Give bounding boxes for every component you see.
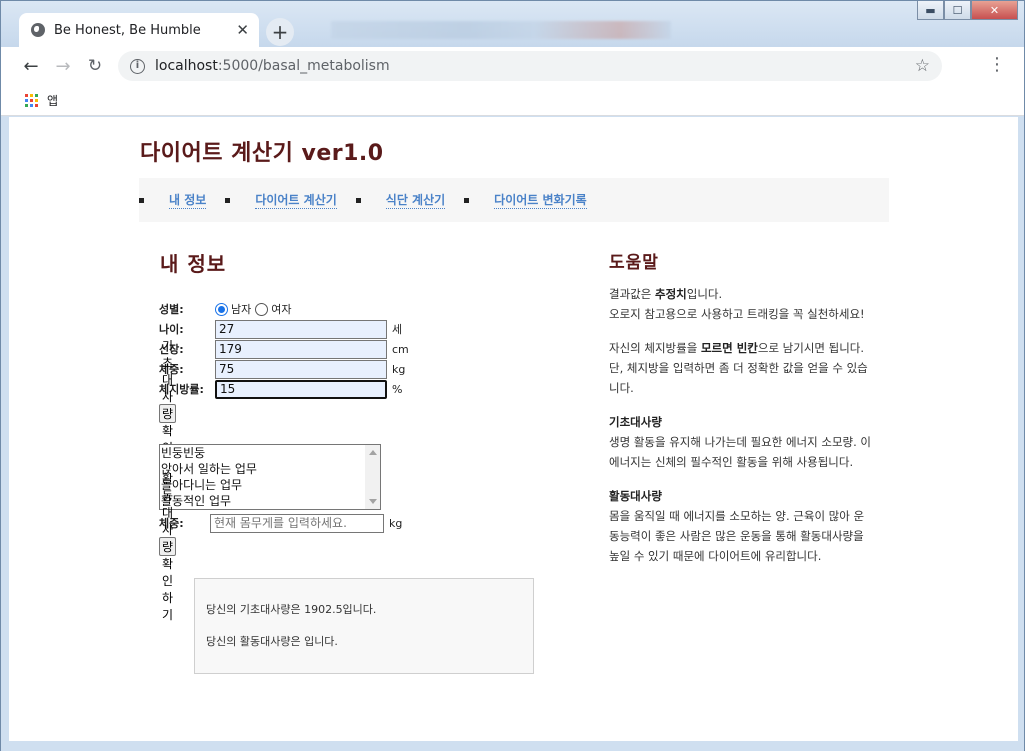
gender-male-radio[interactable] [215,302,228,316]
result-box: 당신의 기초대사량은 1902.5입니다. 당신의 활동대사량은 입니다. [194,578,534,674]
apps-grid-icon[interactable] [25,93,38,107]
help-para-bmr: 기초대사량 생명 활동을 유지해 나가는데 필요한 에너지 소모량. 이 에너지… [609,412,871,472]
help-para-estimate: 결과값은 추정치입니다. 오로지 참고용으로 사용하고 트래킹을 꼭 실천하세요… [609,287,865,321]
background-window-strip [331,21,671,39]
info-icon[interactable]: i [130,58,145,74]
back-arrow-icon[interactable]: ← [15,50,47,82]
help-bold-blank: 모르면 빈칸 [700,341,758,355]
age-label: 나이: [159,323,184,336]
window-bottom-border [1,741,1024,751]
browser-window: Be Honest, Be Humble ✕ + ▬ ☐ ✕ ← → ↻ i l… [0,0,1025,751]
weight2-unit: kg [389,516,403,530]
weight2-row: 체중: kg [159,513,402,533]
age-unit: 세 [392,323,403,336]
help-panel: 결과값은 추정치입니다. 오로지 참고용으로 사용하고 트래킹을 꼭 실천하세요… [609,284,871,580]
help-amr-heading: 활동대사량 [609,489,662,503]
title-bar: Be Honest, Be Humble ✕ + ▬ ☐ ✕ [1,1,1024,47]
age-input[interactable] [215,319,387,339]
browser-tab[interactable]: Be Honest, Be Humble ✕ [19,13,259,47]
nav-meal-calculator[interactable]: 식단 계산기 [356,191,446,209]
close-window-button[interactable]: ✕ [971,1,1018,20]
bodyfat-unit: % [392,382,403,396]
help-para-amr: 활동대사량 몸을 움직일 때 에너지를 소모하는 양. 근육이 많아 운동능력이… [609,486,871,566]
current-weight-input[interactable] [210,513,384,533]
url-host: localhost [155,58,218,74]
help-bold-estimate: 추정치 [654,287,687,301]
weight-row: 체중: kg [159,359,405,379]
gender-row: 성별: 남자 여자 [159,299,296,319]
weight-unit: kg [392,362,406,376]
address-bar[interactable]: i localhost:5000/basal_metabolism ☆ [118,51,942,81]
help-para-bodyfat: 자신의 체지방률을 모르면 빈칸으로 남기시면 됩니다. 단, 체지방을 입력하… [609,341,868,395]
gender-label: 성별: [159,303,184,316]
activity-check-button[interactable]: 활동대사량 확인하기 [159,472,177,622]
menu-icon[interactable]: ⋮ [988,55,1006,75]
bodyfat-input[interactable] [215,379,387,399]
listbox-scrollbar[interactable] [365,445,380,509]
height-input[interactable] [215,339,387,359]
weight-input[interactable] [215,359,387,379]
bodyfat-row: 체지방률: % [159,379,402,399]
scroll-down-icon[interactable] [369,499,377,504]
browser-toolbar: ← → ↻ i localhost:5000/basal_metabolism … [1,47,1024,85]
apps-bookmark[interactable]: 앱 [47,92,58,109]
help-bmr-desc: 생명 활동을 유지해 나가는데 필요한 에너지 소모량. 이 에너지는 신체의 … [609,435,872,469]
reload-icon[interactable]: ↻ [79,50,111,82]
activity-option[interactable]: 앉아서 일하는 업무 [160,461,380,477]
activity-listbox[interactable]: 빈둥빈둥 앉아서 일하는 업무 돌아다니는 업무 활동적인 업무 [159,444,381,510]
gender-female-radio[interactable] [255,302,269,316]
site-nav: 내 정보 다이어트 계산기 식단 계산기 다이어트 변화기록 [139,178,889,222]
activity-option[interactable]: 빈둥빈둥 [160,445,380,461]
url-text[interactable]: localhost:5000/basal_metabolism [155,58,915,74]
new-tab-button[interactable]: + [266,18,294,46]
site-title: 다이어트 계산기 ver1.0 [140,141,384,166]
height-unit: cm [392,342,409,356]
minimize-button[interactable]: ▬ [917,1,944,20]
web-page: 다이어트 계산기 ver1.0 내 정보 다이어트 계산기 식단 계산기 다이어… [9,117,1018,741]
tab-title: Be Honest, Be Humble [54,22,201,38]
nav-diet-history[interactable]: 다이어트 변화기록 [464,191,587,209]
activity-option[interactable]: 활동적인 업무 [160,493,380,509]
globe-icon [31,23,45,37]
height-row: 신장: cm [159,339,409,359]
activity-option[interactable]: 돌아다니는 업무 [160,477,380,493]
bmr-result-text: 당신의 기초대사량은 1902.5입니다. [206,603,377,616]
scroll-up-icon[interactable] [369,450,377,455]
maximize-button[interactable]: ☐ [944,1,971,20]
gender-female-label[interactable]: 여자 [271,301,291,317]
help-bmr-heading: 기초대사량 [609,415,662,429]
age-row: 나이: 세 [159,319,402,339]
help-amr-desc: 몸을 움직일 때 에너지를 소모하는 양. 근육이 많아 운동능력이 좋은 사람… [609,509,865,563]
url-path: :5000/basal_metabolism [217,58,390,74]
help-title: 도움말 [609,253,659,273]
nav-my-info[interactable]: 내 정보 [139,191,207,209]
nav-diet-calculator[interactable]: 다이어트 계산기 [225,191,337,209]
gender-male-label[interactable]: 남자 [231,301,251,317]
activity-result-text: 당신의 활동대사량은 입니다. [206,635,338,648]
star-icon[interactable]: ☆ [915,56,930,76]
section-title: 내 정보 [160,252,227,276]
bookmarks-bar: 앱 [1,85,1024,116]
bmr-check-button[interactable]: 기초대사량 확인하기 [159,339,177,489]
window-controls: ▬ ☐ ✕ [917,1,1018,20]
forward-arrow-icon[interactable]: → [47,50,79,82]
close-icon[interactable]: ✕ [236,21,249,39]
